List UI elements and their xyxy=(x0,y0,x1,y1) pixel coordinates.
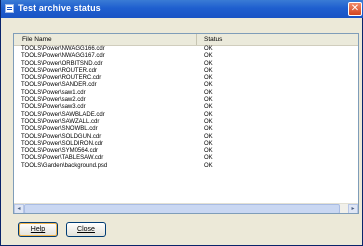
list-row[interactable]: TOOLS\Power\ROUTERC.cdr OK xyxy=(14,75,358,82)
window-icon xyxy=(5,4,14,13)
file-name-cell: TOOLS\Power\ORBITSND.cdr xyxy=(21,60,103,67)
status-cell: OK xyxy=(204,60,213,67)
list-row[interactable]: TOOLS\Power\SANDER.cdr OK xyxy=(14,82,358,89)
status-cell: OK xyxy=(204,162,213,169)
list-row[interactable]: TOOLS\Power\SYM0564.cdr OK xyxy=(14,148,358,155)
file-name-cell: TOOLS\Power\SAWBLADE.cdr xyxy=(21,111,105,118)
list-row[interactable]: TOOLS\Power\ROUTER.cdr OK xyxy=(14,68,358,75)
status-cell: OK xyxy=(204,133,213,140)
list-row[interactable]: TOOLS\Power\SOLDIRON.cdr OK xyxy=(14,141,358,148)
status-cell: OK xyxy=(204,53,213,60)
status-cell: OK xyxy=(204,82,213,89)
list-row[interactable]: TOOLS\Power\SNOWBL.cdr OK xyxy=(14,126,358,133)
close-button[interactable]: Close xyxy=(66,222,106,237)
close-icon: ✕ xyxy=(350,3,360,14)
status-cell: OK xyxy=(204,148,213,155)
file-name-cell: TOOLS\Garden\background.psd xyxy=(21,162,108,169)
file-name-cell: TOOLS\Power\ROUTER.cdr xyxy=(21,67,97,74)
file-name-cell: TOOLS\Power\SAWZALL.cdr xyxy=(21,118,100,125)
list-row[interactable]: TOOLS\Power\NWAGG166.cdr OK xyxy=(14,46,358,53)
list-row[interactable]: TOOLS\Power\SAWZALL.cdr OK xyxy=(14,119,358,126)
help-button-label: Help xyxy=(30,226,46,233)
file-name-cell: TOOLS\Power\NWAGG167.cdr xyxy=(21,53,105,60)
list-row[interactable]: TOOLS\Power\saw3.cdr OK xyxy=(14,104,358,111)
list-row[interactable]: TOOLS\Power\TABLESAW.cdr OK xyxy=(14,155,358,162)
close-button-label: Close xyxy=(77,226,95,233)
arrow-right-icon: ▸ xyxy=(351,205,355,212)
file-name-cell: TOOLS\Power\NWAGG166.cdr xyxy=(21,46,105,52)
status-cell: OK xyxy=(204,126,213,133)
status-cell: OK xyxy=(204,111,213,118)
scroll-left-button[interactable]: ◂ xyxy=(14,204,24,213)
window-title: Test archive status xyxy=(18,3,101,13)
list-header: File Name Status xyxy=(14,34,358,46)
status-cell: OK xyxy=(204,75,213,82)
status-cell: OK xyxy=(204,155,213,162)
status-cell: OK xyxy=(204,140,213,147)
test-archive-status-dialog: Test archive status ✕ File Name Status T… xyxy=(0,0,363,246)
file-name-cell: TOOLS\Power\TABLESAW.cdr xyxy=(21,155,104,162)
list-row[interactable]: TOOLS\Power\NWAGG167.cdr OK xyxy=(14,53,358,60)
close-window-button[interactable]: ✕ xyxy=(348,2,362,16)
file-name-cell: TOOLS\Power\saw2.cdr xyxy=(21,97,86,104)
help-button[interactable]: Help xyxy=(18,222,58,237)
arrow-left-icon: ◂ xyxy=(17,205,21,212)
list-row[interactable]: TOOLS\Power\SAWBLADE.cdr OK xyxy=(14,112,358,119)
status-cell: OK xyxy=(204,46,213,52)
title-bar[interactable]: Test archive status ✕ xyxy=(1,0,363,18)
file-name-cell: TOOLS\Power\saw3.cdr xyxy=(21,104,86,111)
status-cell: OK xyxy=(204,67,213,74)
file-name-cell: TOOLS\Power\SANDER.cdr xyxy=(21,82,97,89)
file-name-cell: TOOLS\Power\saw1.cdr xyxy=(21,89,86,96)
file-name-cell: TOOLS\Power\SNOWBL.cdr xyxy=(21,126,98,133)
horizontal-scrollbar[interactable]: ◂ ▸ xyxy=(14,203,358,213)
status-cell: OK xyxy=(204,104,213,111)
file-name-cell: TOOLS\Power\SOLDIRON.cdr xyxy=(21,140,103,147)
list-row[interactable]: TOOLS\Power\saw2.cdr OK xyxy=(14,97,358,104)
file-name-cell: TOOLS\Power\SOLDGUN.cdr xyxy=(21,133,102,140)
file-name-cell: TOOLS\Power\ROUTERC.cdr xyxy=(21,75,102,82)
status-cell: OK xyxy=(204,97,213,104)
scrollbar-thumb[interactable] xyxy=(24,204,340,213)
list-row[interactable]: TOOLS\Power\saw1.cdr OK xyxy=(14,90,358,97)
archive-file-list[interactable]: File Name Status TOOLS\Power\NWAGG166.cd… xyxy=(13,33,359,214)
list-row[interactable]: TOOLS\Garden\background.psd OK xyxy=(14,163,358,170)
column-header-file-name[interactable]: File Name xyxy=(14,34,197,45)
scroll-right-button[interactable]: ▸ xyxy=(348,204,358,213)
list-row[interactable]: TOOLS\Power\SOLDGUN.cdr OK xyxy=(14,134,358,141)
list-rows: TOOLS\Power\NWAGG166.cdr OK TOOLS\Power\NW… xyxy=(14,46,358,170)
status-cell: OK xyxy=(204,118,213,125)
status-cell: OK xyxy=(204,89,213,96)
list-row[interactable]: TOOLS\Power\ORBITSND.cdr OK xyxy=(14,61,358,68)
file-name-cell: TOOLS\Power\SYM0564.cdr xyxy=(21,148,98,155)
column-header-status[interactable]: Status xyxy=(198,34,358,45)
